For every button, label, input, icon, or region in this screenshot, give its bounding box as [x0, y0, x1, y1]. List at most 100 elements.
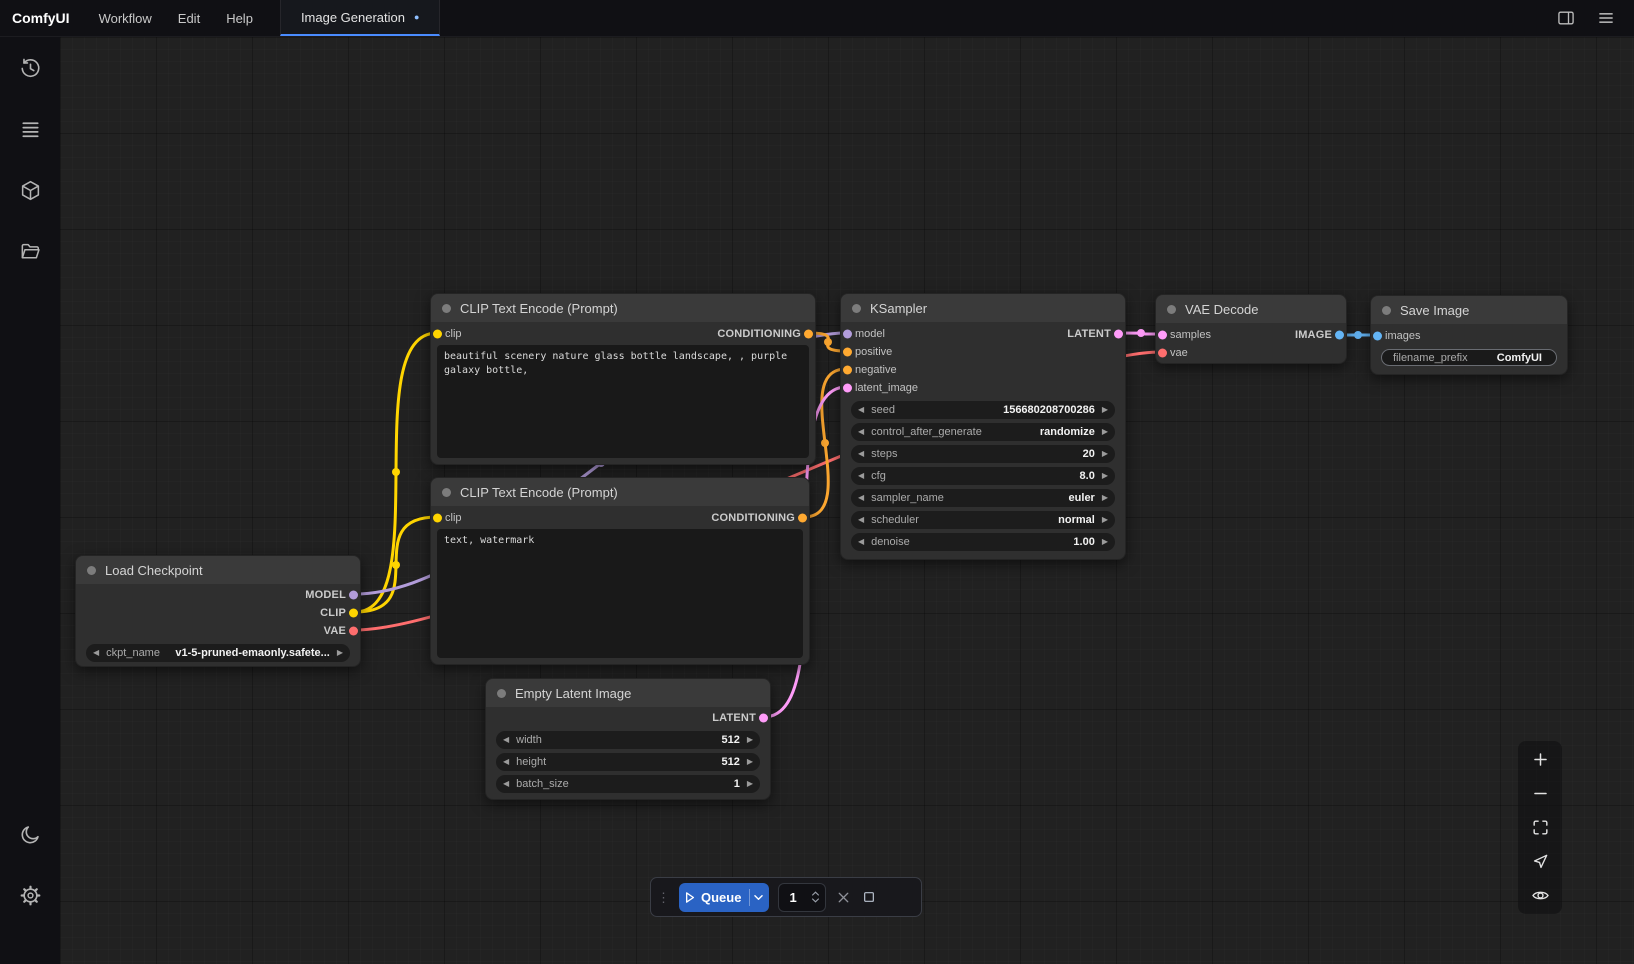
chevron-down-icon[interactable]: [811, 898, 820, 903]
right-arrow-icon[interactable]: ▶: [337, 649, 343, 657]
output-port-model[interactable]: [349, 591, 358, 600]
model-library-icon[interactable]: [12, 178, 48, 202]
stop-button[interactable]: [861, 889, 877, 905]
node-header[interactable]: CLIP Text Encode (Prompt): [431, 478, 809, 506]
output-port-clip[interactable]: [349, 609, 358, 618]
widget-ckpt-name[interactable]: ◀ ckpt_name v1-5-pruned-emaonly.safete..…: [86, 644, 350, 662]
output-port-image[interactable]: [1335, 331, 1344, 340]
input-port-negative[interactable]: [843, 366, 852, 375]
node-clip-text-encode-positive[interactable]: CLIP Text Encode (Prompt) clip CONDITION…: [430, 293, 816, 465]
collapse-dot-icon[interactable]: [442, 488, 451, 497]
output-port-conditioning[interactable]: [804, 330, 813, 339]
settings-gear-icon[interactable]: [12, 883, 48, 907]
node-header[interactable]: VAE Decode: [1156, 295, 1346, 323]
node-header[interactable]: Empty Latent Image: [486, 679, 770, 707]
left-arrow-icon[interactable]: ◀: [858, 538, 864, 546]
node-clip-text-encode-negative[interactable]: CLIP Text Encode (Prompt) clip CONDITION…: [430, 477, 810, 665]
node-header[interactable]: CLIP Text Encode (Prompt): [431, 294, 815, 322]
widget-denoise[interactable]: ◀ denoise 1.00 ▶: [851, 533, 1115, 551]
right-arrow-icon[interactable]: ▶: [747, 758, 753, 766]
queue-button[interactable]: Queue: [679, 883, 769, 912]
drag-handle-icon[interactable]: ⋮: [657, 891, 670, 904]
input-port-positive[interactable]: [843, 348, 852, 357]
left-arrow-icon[interactable]: ◀: [858, 428, 864, 436]
node-load-checkpoint[interactable]: Load Checkpoint MODEL CLIP VAE ◀ ckpt_na…: [75, 555, 361, 667]
widget-height[interactable]: ◀ height 512 ▶: [496, 753, 760, 771]
input-port-vae[interactable]: [1158, 349, 1167, 358]
widget-sampler-name[interactable]: ◀ sampler_name euler ▶: [851, 489, 1115, 507]
node-header[interactable]: Save Image: [1371, 296, 1567, 324]
count-stepper[interactable]: [811, 891, 820, 903]
workflows-folder-icon[interactable]: [12, 239, 48, 263]
widget-scheduler[interactable]: ◀ scheduler normal ▶: [851, 511, 1115, 529]
queue-history-icon[interactable]: [12, 56, 48, 80]
theme-moon-icon[interactable]: [12, 822, 48, 846]
left-arrow-icon[interactable]: ◀: [858, 494, 864, 502]
collapse-dot-icon[interactable]: [1382, 306, 1391, 315]
node-ksampler[interactable]: KSampler model LATENT positive negative …: [840, 293, 1126, 560]
collapse-dot-icon[interactable]: [442, 304, 451, 313]
input-port-model[interactable]: [843, 330, 852, 339]
collapse-dot-icon[interactable]: [852, 304, 861, 313]
left-arrow-icon[interactable]: ◀: [503, 780, 509, 788]
output-port-latent[interactable]: [1114, 330, 1123, 339]
left-arrow-icon[interactable]: ◀: [858, 406, 864, 414]
widget-seed[interactable]: ◀ seed 156680208700286 ▶: [851, 401, 1115, 419]
collapse-dot-icon[interactable]: [87, 566, 96, 575]
output-port-conditioning[interactable]: [798, 514, 807, 523]
left-arrow-icon[interactable]: ◀: [858, 450, 864, 458]
clear-queue-button[interactable]: [835, 889, 852, 906]
tab-image-generation[interactable]: Image Generation ●: [280, 0, 441, 36]
batch-count-input[interactable]: 1: [778, 883, 826, 912]
toggle-visibility-button[interactable]: [1529, 886, 1551, 905]
zoom-out-button[interactable]: [1529, 784, 1551, 803]
node-empty-latent-image[interactable]: Empty Latent Image LATENT ◀ width 512 ▶ …: [485, 678, 771, 800]
fit-view-button[interactable]: [1529, 818, 1551, 837]
right-arrow-icon[interactable]: ▶: [1102, 472, 1108, 480]
widget-batch-size[interactable]: ◀ batch_size 1 ▶: [496, 775, 760, 793]
input-port-clip[interactable]: [433, 330, 442, 339]
widget-filename-prefix[interactable]: filename_prefix ComfyUI: [1381, 349, 1557, 366]
node-vae-decode[interactable]: VAE Decode samples IMAGE vae: [1155, 294, 1347, 364]
hamburger-menu-icon[interactable]: [1596, 8, 1616, 28]
node-library-icon[interactable]: [12, 117, 48, 141]
menu-edit[interactable]: Edit: [165, 0, 213, 36]
panel-toggle-icon[interactable]: [1556, 8, 1576, 28]
right-arrow-icon[interactable]: ▶: [1102, 450, 1108, 458]
prompt-textarea[interactable]: beautiful scenery nature glass bottle la…: [437, 345, 809, 458]
right-arrow-icon[interactable]: ▶: [747, 780, 753, 788]
right-arrow-icon[interactable]: ▶: [1102, 516, 1108, 524]
left-arrow-icon[interactable]: ◀: [93, 649, 99, 657]
prompt-textarea[interactable]: text, watermark: [437, 529, 803, 658]
left-arrow-icon[interactable]: ◀: [503, 736, 509, 744]
right-arrow-icon[interactable]: ▶: [1102, 428, 1108, 436]
collapse-dot-icon[interactable]: [497, 689, 506, 698]
output-port-vae[interactable]: [349, 627, 358, 636]
right-arrow-icon[interactable]: ▶: [1102, 494, 1108, 502]
left-arrow-icon[interactable]: ◀: [858, 516, 864, 524]
input-port-images[interactable]: [1373, 332, 1382, 341]
output-port-latent[interactable]: [759, 714, 768, 723]
left-arrow-icon[interactable]: ◀: [503, 758, 509, 766]
right-arrow-icon[interactable]: ▶: [747, 736, 753, 744]
input-port-latent-image[interactable]: [843, 384, 852, 393]
node-header[interactable]: Load Checkpoint: [76, 556, 360, 584]
right-arrow-icon[interactable]: ▶: [1102, 538, 1108, 546]
menu-help[interactable]: Help: [213, 0, 266, 36]
widget-steps[interactable]: ◀ steps 20 ▶: [851, 445, 1115, 463]
chevron-down-icon[interactable]: [750, 889, 767, 906]
widget-cfg[interactable]: ◀ cfg 8.0 ▶: [851, 467, 1115, 485]
node-save-image[interactable]: Save Image images filename_prefix ComfyU…: [1370, 295, 1568, 375]
menu-workflow[interactable]: Workflow: [86, 0, 165, 36]
widget-width[interactable]: ◀ width 512 ▶: [496, 731, 760, 749]
node-header[interactable]: KSampler: [841, 294, 1125, 322]
left-arrow-icon[interactable]: ◀: [858, 472, 864, 480]
right-arrow-icon[interactable]: ▶: [1102, 406, 1108, 414]
chevron-up-icon[interactable]: [811, 891, 820, 896]
input-port-clip[interactable]: [433, 514, 442, 523]
zoom-in-button[interactable]: [1529, 750, 1551, 769]
collapse-dot-icon[interactable]: [1167, 305, 1176, 314]
workflow-canvas[interactable]: Load Checkpoint MODEL CLIP VAE ◀ ckpt_na…: [60, 37, 1634, 964]
select-mode-button[interactable]: [1529, 852, 1551, 871]
input-port-samples[interactable]: [1158, 331, 1167, 340]
